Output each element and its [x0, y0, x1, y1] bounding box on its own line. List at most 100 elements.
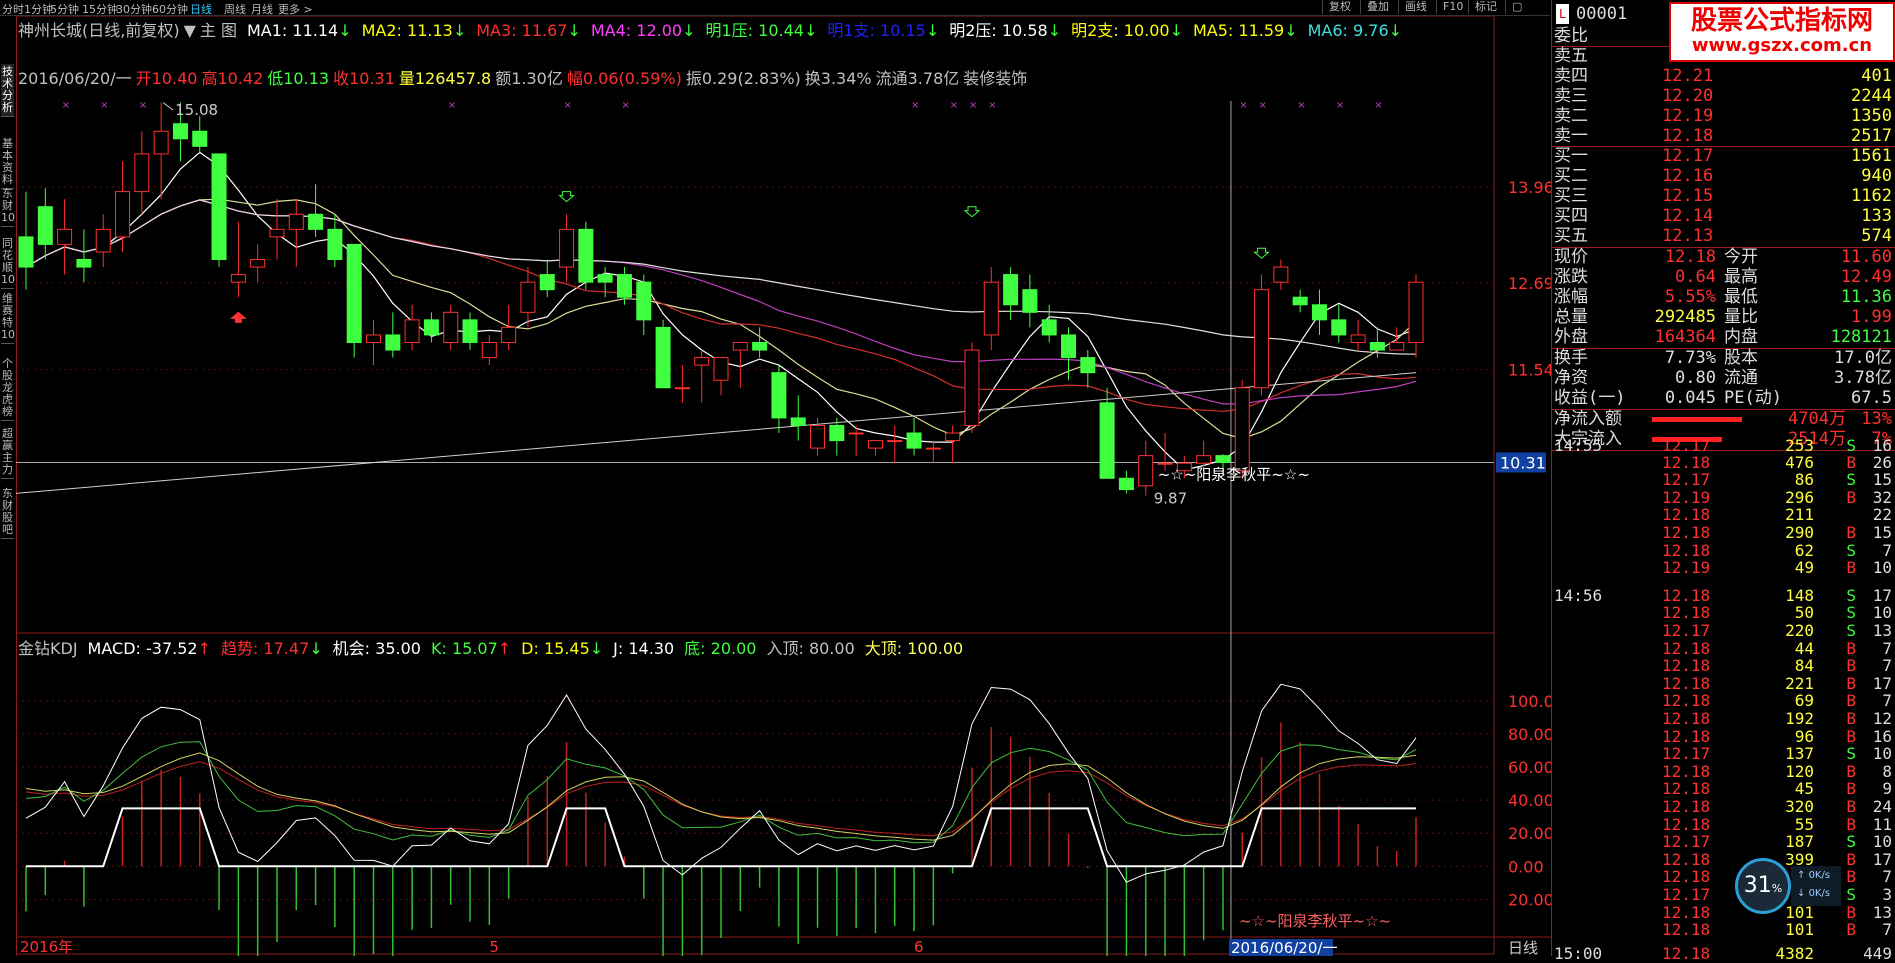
tick-row: 14:56 12.18 148 S 17	[1552, 586, 1895, 605]
tick-row: 12.18 96 B 16	[1552, 726, 1895, 746]
ask-price: 12.20	[1662, 86, 1714, 106]
tick-price: 12.18	[1662, 726, 1711, 746]
tick-price: 12.18	[1662, 603, 1711, 623]
timeframe-5[interactable]: 60分钟	[152, 1, 188, 17]
timeframe-9[interactable]: 更多 >	[278, 1, 313, 17]
left-tab-4[interactable]: 维赛特10	[1, 291, 15, 344]
candle	[462, 312, 478, 351]
tick-count: 10	[1872, 603, 1892, 623]
stock-code: 00001	[1576, 4, 1628, 24]
tick-side: S	[1846, 744, 1856, 764]
stat-row: 总量 292485 量比 1.99	[1552, 307, 1895, 327]
bid-row: 买二 12.16 940	[1552, 166, 1895, 186]
kdj-axis-label: 20.00	[1508, 824, 1551, 843]
tick-price: 12.18	[1662, 452, 1711, 472]
candle	[1254, 274, 1270, 396]
ask-price: 12.19	[1662, 106, 1714, 126]
toolbar-button-2[interactable]: 画线	[1398, 0, 1433, 14]
tick-volume: 44	[1794, 638, 1814, 658]
bid-price: 12.13	[1662, 226, 1714, 246]
sell-signal-icon	[1253, 247, 1270, 259]
bid-volume: 940	[1861, 166, 1892, 186]
bid-price: 12.14	[1662, 206, 1714, 226]
stat-label: 现价	[1554, 247, 1588, 267]
kdj-axis-label: 40.00	[1508, 791, 1551, 810]
crosshair-price-label: 10.31	[1500, 453, 1546, 472]
stat-row: 外盘 164364 内盘 128121	[1552, 327, 1895, 347]
candle	[1408, 274, 1424, 358]
fund-value: 3.78亿	[1834, 368, 1892, 388]
tick-side: S	[1846, 832, 1856, 852]
period-toolbar: 分时 1分钟 5分钟 15分钟 30分钟 60分钟 日线 周线 月线 更多 > 复权 叠加 画线 F10 标…	[0, 0, 1550, 16]
left-tab-3[interactable]: 同花顺10	[1, 236, 15, 289]
fund-label: 换手	[1554, 348, 1588, 368]
tick-count: 7	[1882, 691, 1892, 711]
timeframe-6[interactable]: 日线	[190, 1, 212, 17]
candle	[887, 425, 903, 464]
fund-label: 股本	[1724, 348, 1758, 368]
event-marker-icon: ×	[1239, 100, 1247, 111]
candle	[636, 274, 652, 335]
left-tab-1[interactable]: 基本资料	[1, 136, 14, 189]
left-tab-0[interactable]: 技术分析	[1, 64, 14, 117]
event-marker-icon: ×	[911, 100, 919, 111]
kdj-axis-label: 20.00	[1508, 890, 1551, 909]
stat-value: 12.49	[1840, 267, 1892, 287]
tick-count: 26	[1872, 452, 1892, 472]
timeframe-4[interactable]: 30分钟	[116, 1, 152, 17]
candle	[1003, 267, 1019, 320]
candle	[250, 244, 266, 283]
close-icon[interactable]: ▢	[1505, 0, 1528, 14]
tick-row: 12.17 S 3	[1552, 886, 1895, 904]
toolbar-button-0[interactable]: 复权	[1322, 0, 1357, 14]
fund-flow-row: 净流入额 4704万 13%	[1552, 409, 1895, 429]
left-tab-5[interactable]: 个股龙虎榜	[1, 356, 14, 421]
watermark-logo: 股票公式指标网 www.gszx.com.cn	[1669, 2, 1895, 62]
left-tab-6[interactable]: 超赢主力	[1, 426, 14, 479]
ask-label: 卖五	[1554, 46, 1588, 66]
toolbar-button-4[interactable]: 标记	[1468, 0, 1503, 14]
left-tab-7[interactable]: 东财股吧	[1, 486, 14, 539]
tick-time: 15:00	[1554, 943, 1603, 963]
candle	[1099, 387, 1115, 479]
toolbar-button-3[interactable]: F10	[1436, 0, 1469, 14]
tick-volume: 86	[1794, 470, 1814, 490]
network-speed-badge[interactable]: 31%	[1735, 858, 1791, 914]
timeframe-7[interactable]: 周线	[224, 1, 246, 17]
tick-side: B	[1846, 920, 1856, 940]
candle	[134, 131, 150, 215]
candle	[1350, 319, 1366, 351]
timeframe-3[interactable]: 15分钟	[82, 1, 118, 17]
tick-volume: 137	[1785, 744, 1814, 764]
tick-side: B	[1846, 814, 1856, 834]
tick-count: 15	[1872, 523, 1892, 542]
timeframe-8[interactable]: 月线	[251, 1, 273, 17]
ask-price: 12.18	[1662, 126, 1714, 146]
timeframe-2[interactable]: 5分钟	[50, 1, 79, 17]
timeframe-0[interactable]: 分时	[2, 1, 24, 17]
buy-signal-icon	[230, 311, 247, 323]
timeframe-1[interactable]: 1分钟	[24, 1, 53, 17]
kline-chart-area[interactable]: 神州长城(日线,前复权) ▼ 主 图 MA1: 11.14↓ MA2: 11.13↓ MA…	[16, 16, 1551, 956]
tick-row: 12.18 192 B 12	[1552, 710, 1895, 728]
tick-row: 12.18 476 B 26	[1552, 452, 1895, 472]
event-marker-icon: ×	[621, 100, 629, 111]
tick-count: 17	[1872, 849, 1892, 869]
candle	[308, 184, 324, 237]
tick-row: 12.18 399 B 17	[1552, 849, 1895, 869]
toolbar-button-1[interactable]: 叠加	[1360, 0, 1395, 14]
candle	[423, 312, 439, 343]
tick-volume: 290	[1785, 523, 1814, 542]
candle	[1273, 259, 1289, 290]
bid-row: 买一 12.17 1561	[1552, 146, 1895, 166]
candle	[694, 350, 710, 403]
tick-count: 7	[1882, 867, 1892, 887]
left-tab-2[interactable]: 东财10	[1, 186, 15, 227]
tick-count: 7	[1882, 638, 1892, 658]
candle	[752, 327, 768, 358]
event-marker-icon: ×	[448, 100, 456, 111]
tick-volume: 211	[1785, 505, 1814, 525]
tick-row: 12.18 69 B 7	[1552, 692, 1895, 710]
bid-label: 买四	[1554, 206, 1588, 226]
tick-price: 12.18	[1662, 673, 1711, 693]
